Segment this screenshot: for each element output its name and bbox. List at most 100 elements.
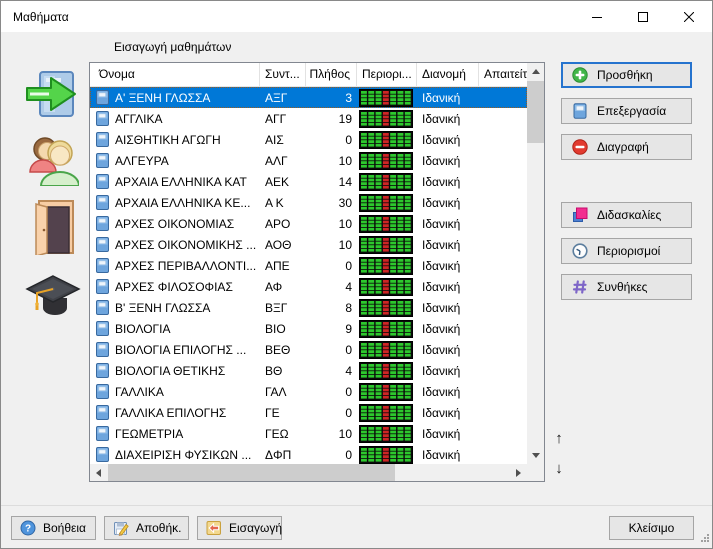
course-restrictions-cell [357, 320, 417, 338]
course-abbr-cell: ΑΛΓ [260, 154, 306, 168]
restrictions-grid-icon [359, 236, 413, 254]
restrictions-grid-icon [359, 131, 413, 149]
import-button[interactable]: Εισαγωγή [197, 516, 282, 540]
table-row[interactable]: ΒΙΟΛΟΓΙΑ ΘΕΤΙΚΗΣ ΒΘ 4 Ιδανική [90, 360, 527, 381]
restrictions-grid-icon [359, 215, 413, 233]
table-row[interactable]: ΑΡΧΕΣ ΦΙΛΟΣΟΦΙΑΣ ΑΦ 4 Ιδανική [90, 276, 527, 297]
restrictions-grid-icon [359, 194, 413, 212]
resize-grip-icon[interactable] [700, 531, 709, 545]
restrictions-grid-icon [359, 341, 413, 359]
course-count-cell: 3 [306, 91, 357, 105]
teachings-button[interactable]: Διδασκαλίες [561, 202, 692, 228]
restrictions-grid-icon [359, 257, 413, 275]
column-header-abbr[interactable]: Συντ... [260, 63, 306, 86]
course-count-cell: 4 [306, 280, 357, 294]
course-book-icon [96, 90, 109, 105]
table-row[interactable]: ΑΡΧΕΣ ΠΕΡΙΒΑΛΛΟΝΤΙ... ΑΠΕ 0 Ιδανική [90, 255, 527, 276]
course-count-cell: 10 [306, 427, 357, 441]
restrictions-button[interactable]: Περιορισμοί [561, 238, 692, 264]
import-courses-icon[interactable] [25, 69, 77, 122]
vertical-scrollbar[interactable] [527, 63, 544, 464]
course-distribution-cell: Ιδανική [417, 175, 479, 189]
scroll-left-icon[interactable] [90, 464, 107, 481]
table-row[interactable]: ΑΙΣΘΗΤΙΚΗ ΑΓΩΓΗ ΑΙΣ 0 Ιδανική [90, 129, 527, 150]
column-header-restrictions[interactable]: Περιορι... [357, 63, 417, 86]
course-name-cell: Β' ΞΕΝΗ ΓΛΩΣΣΑ [90, 300, 260, 315]
plus-icon [572, 67, 588, 83]
table-row[interactable]: ΓΑΛΛΙΚΑ ΕΠΙΛΟΓΗΣ ΓΕ 0 Ιδανική [90, 402, 527, 423]
teachings-button-label: Διδασκαλίες [597, 208, 661, 222]
course-name-cell: Α' ΞΕΝΗ ΓΛΩΣΣΑ [90, 90, 260, 105]
close-icon[interactable] [666, 1, 712, 32]
course-name-cell: ΓΑΛΛΙΚΑ ΕΠΙΛΟΓΗΣ [90, 405, 260, 420]
table-row[interactable]: ΒΙΟΛΟΓΙΑ ΕΠΙΛΟΓΗΣ ... ΒΕΘ 0 Ιδανική [90, 339, 527, 360]
column-header-count[interactable]: Πλήθος [306, 63, 357, 86]
restrictions-grid-icon [359, 446, 413, 464]
course-count-cell: 8 [306, 301, 357, 315]
delete-button[interactable]: Διαγραφή [561, 134, 692, 160]
add-button[interactable]: Προσθήκη [561, 62, 692, 88]
table-row[interactable]: Α' ΞΕΝΗ ΓΛΩΣΣΑ ΑΞΓ 3 Ιδανική [90, 87, 527, 108]
help-button[interactable]: ? Βοήθεια [11, 516, 96, 540]
edit-button[interactable]: Επεξεργασία [561, 98, 692, 124]
rooms-icon[interactable] [33, 199, 75, 258]
students-icon[interactable] [27, 134, 79, 189]
restrictions-button-label: Περιορισμοί [597, 244, 660, 258]
course-distribution-cell: Ιδανική [417, 448, 479, 462]
table-row[interactable]: ΑΡΧΑΙΑ ΕΛΛΗΝΙΚΑ ΚΕ... Α Κ 30 Ιδανική [90, 192, 527, 213]
table-row[interactable]: Β' ΞΕΝΗ ΓΛΩΣΣΑ ΒΞΓ 8 Ιδανική [90, 297, 527, 318]
course-count-cell: 0 [306, 385, 357, 399]
vertical-scroll-thumb[interactable] [527, 81, 544, 143]
maximize-icon[interactable] [620, 1, 666, 32]
course-count-cell: 4 [306, 364, 357, 378]
table-row[interactable]: ΑΡΧΕΣ ΟΙΚΟΝΟΜΙΑΣ ΑΡΟ 10 Ιδανική [90, 213, 527, 234]
table-row[interactable]: ΓΕΩΜΕΤΡΙΑ ΓΕΩ 10 Ιδανική [90, 423, 527, 444]
course-abbr-cell: ΑΦ [260, 280, 306, 294]
save-disk-icon [113, 520, 129, 536]
course-abbr-cell: ΒΕΘ [260, 343, 306, 357]
window-title: Μαθήματα [13, 10, 69, 24]
table-row[interactable]: ΑΡΧΑΙΑ ΕΛΛΗΝΙΚΑ ΚΑΤ ΑΕΚ 14 Ιδανική [90, 171, 527, 192]
course-restrictions-cell [357, 425, 417, 443]
course-distribution-cell: Ιδανική [417, 133, 479, 147]
scroll-down-icon[interactable] [527, 447, 544, 464]
import-button-label: Εισαγωγή [229, 521, 282, 535]
table-row[interactable]: ΑΓΓΛΙΚΑ ΑΓΓ 19 Ιδανική [90, 108, 527, 129]
course-restrictions-cell [357, 110, 417, 128]
table-row[interactable]: ΑΛΓΕΥΡΑ ΑΛΓ 10 Ιδανική [90, 150, 527, 171]
course-name-cell: ΒΙΟΛΟΓΙΑ ΘΕΤΙΚΗΣ [90, 363, 260, 378]
save-button[interactable]: Αποθήκ. [104, 516, 189, 540]
course-name-cell: ΑΙΣΘΗΤΙΚΗ ΑΓΩΓΗ [90, 132, 260, 147]
restrictions-grid-icon [359, 89, 413, 107]
horizontal-scroll-thumb[interactable] [108, 464, 395, 481]
scroll-up-icon[interactable] [527, 63, 544, 80]
horizontal-scrollbar[interactable] [90, 464, 527, 481]
course-abbr-cell: ΒΞΓ [260, 301, 306, 315]
table-row[interactable]: ΓΑΛΛΙΚΑ ΓΑΛ 0 Ιδανική [90, 381, 527, 402]
table-row[interactable]: ΔΙΑΧΕΙΡΙΣΗ ΦΥΣΙΚΩΝ ... ΔΦΠ 0 Ιδανική [90, 444, 527, 464]
column-header-distribution[interactable]: Διανομή [417, 63, 479, 86]
course-book-icon [96, 342, 109, 357]
column-header-name[interactable]: Όνομα [90, 63, 260, 86]
minimize-icon[interactable] [574, 1, 620, 32]
classes-icon[interactable] [25, 268, 81, 321]
course-count-cell: 0 [306, 259, 357, 273]
svg-text:?: ? [25, 524, 31, 535]
course-distribution-cell: Ιδανική [417, 364, 479, 378]
table-row[interactable]: ΑΡΧΕΣ ΟΙΚΟΝΟΜΙΚΗΣ ... ΑΟΘ 10 Ιδανική [90, 234, 527, 255]
close-dialog-button[interactable]: Κλείσιμο [609, 516, 694, 540]
course-name-cell: ΑΡΧΕΣ ΠΕΡΙΒΑΛΛΟΝΤΙ... [90, 258, 260, 273]
question-icon: ? [20, 520, 36, 536]
conditions-button[interactable]: Συνθήκες [561, 274, 692, 300]
scroll-right-icon[interactable] [510, 464, 527, 481]
course-restrictions-cell [357, 299, 417, 317]
course-restrictions-cell [357, 173, 417, 191]
course-abbr-cell: ΓΕΩ [260, 427, 306, 441]
move-up-button[interactable]: ↑ [550, 431, 568, 447]
course-restrictions-cell [357, 341, 417, 359]
footer: ? Βοήθεια Αποθήκ. Εισαγωγή Κλείσιμο [1, 505, 712, 548]
course-count-cell: 9 [306, 322, 357, 336]
move-down-button[interactable]: ↓ [550, 461, 568, 477]
table-row[interactable]: ΒΙΟΛΟΓΙΑ ΒΙΟ 9 Ιδανική [90, 318, 527, 339]
hash-icon [572, 279, 588, 295]
